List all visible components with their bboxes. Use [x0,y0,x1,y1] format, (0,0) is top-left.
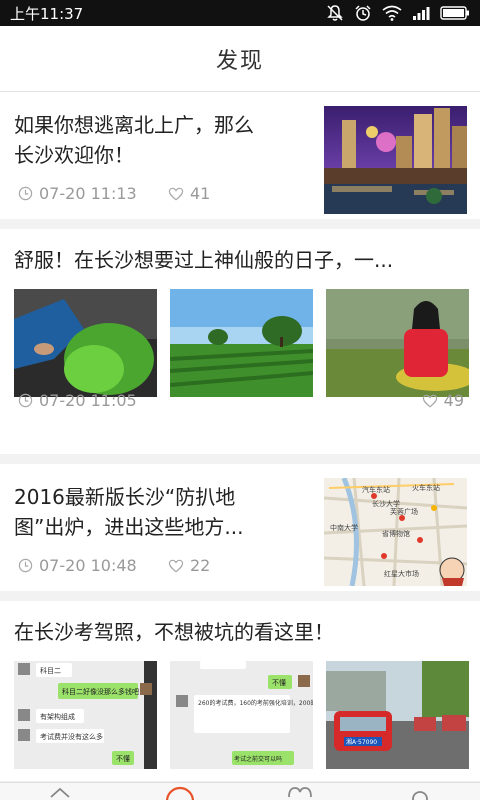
alarm-icon [355,5,371,21]
heart-icon [168,559,184,572]
chat-message: 不懂 [272,678,286,687]
article-image[interactable] [326,289,469,397]
tab-discover[interactable] [150,783,210,800]
like-button[interactable]: 22 [168,556,210,575]
article-meta: 07-20 11:13 [18,184,137,203]
tab-home[interactable] [30,783,90,800]
article-meta: 07-20 11:05 [18,391,137,410]
article-title[interactable]: 如果你想逃离北上广，那么长沙欢迎你！ [14,110,260,170]
status-bar: 上午11:37 [0,0,480,26]
profile-icon [412,791,428,800]
article-images [14,289,469,397]
clock-icon [18,186,33,201]
heart-icon [168,187,184,200]
clock-icon [18,393,33,408]
header: 发现 [0,26,480,92]
bottom-tab-bar [0,782,480,800]
article-feed[interactable]: 如果你想逃离北上广，那么长沙欢迎你！ 07-20 11:13 41 舒服！在长沙… [0,92,480,782]
tab-favorites[interactable] [270,783,330,800]
chat-message: 260的考试费，160的考前强化培训，200的熟悉考试费用，这是620的考试费用… [198,699,313,707]
like-count: 49 [443,391,464,410]
battery-icon [440,6,469,20]
article-title[interactable]: 2016最新版长沙“防扒地图”出炉，进出这些地方... [14,482,260,542]
tab-profile[interactable] [390,783,450,800]
article-image[interactable]: 科目二 科目二好像没那么多钱吧 有架构组成 考试费并没有这么多 不懂 [14,661,157,769]
map-label: 省博物馆 [382,529,410,538]
map-label: 中南大学 [330,523,358,532]
home-icon [50,787,70,798]
article-card[interactable]: 舒服！在长沙想要过上神仙般的日子，一... 07-20 11:05 49 [0,229,480,454]
chat-message: 科目二 [40,666,61,675]
page-title: 发现 [215,48,264,74]
article-title[interactable]: 舒服！在长沙想要过上神仙般的日子，一... [14,245,466,275]
heart-icon [422,394,437,407]
article-images: 科目二 科目二好像没那么多钱吧 有架构组成 考试费并没有这么多 不懂 260的考… [14,661,469,769]
like-count: 41 [190,184,211,203]
map-label: 长沙大学 [372,499,400,508]
status-time: 上午11:37 [10,4,84,23]
article-image[interactable] [170,289,313,397]
like-button[interactable]: 41 [168,184,210,203]
chat-message: 考试之前交可以吗 [234,755,282,763]
article-time: 07-20 11:13 [39,184,137,203]
like-count: 22 [190,556,211,575]
chat-message: 考试费并没有这么多 [40,732,103,741]
article-meta: 07-20 10:48 [18,556,137,575]
article-card[interactable]: 2016最新版长沙“防扒地图”出炉，进出这些地方... 07-20 10:48 … [0,464,480,591]
article-image[interactable]: 湘A·57090 [326,661,469,769]
map-label: 芙蓉广场 [390,507,418,516]
map-label: 火车东站 [412,483,440,492]
wifi-icon [382,5,402,21]
article-title[interactable]: 在长沙考驾照，不想被坑的看这里！ [14,617,466,647]
article-thumbnail[interactable] [324,106,467,214]
article-card[interactable]: 如果你想逃离北上广，那么长沙欢迎你！ 07-20 11:13 41 [0,92,480,219]
discover-icon [165,786,195,800]
article-time: 07-20 10:48 [39,556,137,575]
map-label: 汽车东站 [362,485,390,494]
chat-message: 不懂 [116,754,130,763]
chat-message: 有架构组成 [40,712,75,721]
article-image[interactable]: 260的考试费，160的考前强化培训，200的熟悉考试费用，这是620的考试费用… [170,661,313,769]
status-icons [326,4,470,22]
article-image[interactable] [14,289,157,397]
like-button[interactable]: 49 [422,391,464,410]
article-card[interactable]: 在长沙考驾照，不想被坑的看这里！ 科目二 科目二好像没那么多钱吧 有架构组成 考… [0,601,480,781]
map-thumbnail[interactable]: 汽车东站 火车东站 长沙大学 芙蓉广场 中南大学 省博物馆 红星大市场 [324,478,467,586]
article-time: 07-20 11:05 [39,391,137,410]
mute-icon [327,5,343,21]
clock-icon [18,558,33,573]
heart-icon [288,787,312,798]
map-label: 红星大市场 [384,569,419,578]
license-plate: 湘A·57090 [346,738,377,746]
chat-message: 科目二好像没那么多钱吧 [62,687,139,696]
signal-icon [413,7,430,20]
